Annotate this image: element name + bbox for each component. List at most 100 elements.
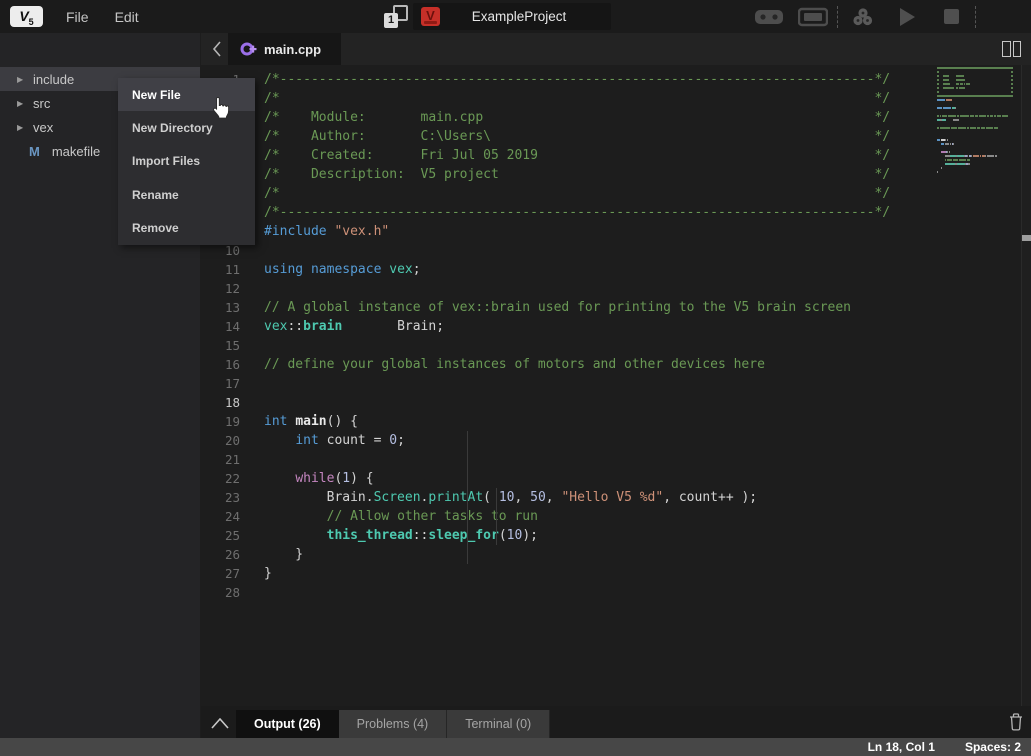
back-chevron-icon[interactable] (205, 33, 229, 65)
code-line[interactable]: 23 Brain.Screen.printAt( 10, 50, "Hello … (201, 488, 890, 507)
line-number: 19 (201, 412, 240, 431)
code-line[interactable]: 7/* */ (201, 184, 890, 203)
line-content: vex::brain Brain; (264, 317, 444, 336)
code-line[interactable]: 3/* Module: main.cpp */ (201, 108, 890, 127)
code-editor[interactable]: 1/*-------------------------------------… (201, 65, 1031, 706)
menu-file[interactable]: File (66, 9, 89, 25)
code-line[interactable]: 14vex::brain Brain; (201, 317, 890, 336)
controller-icon[interactable] (747, 0, 791, 33)
code-line[interactable]: 20 int count = 0; (201, 431, 890, 450)
menu-item-new-file[interactable]: New File (118, 78, 255, 111)
cursor-position: Ln 18, Col 1 (868, 740, 935, 754)
collapse-panel-icon[interactable] (209, 713, 231, 733)
slot-selector-button[interactable]: 1 (384, 5, 408, 28)
menu-edit[interactable]: Edit (115, 9, 139, 25)
minimap-seg (959, 87, 966, 89)
minimap-seg (1002, 115, 1008, 117)
panel-tab-output[interactable]: Output (26) (236, 710, 339, 738)
code-line[interactable]: 5/* Created: Fri Jul 05 2019 */ (201, 146, 890, 165)
minimap-seg (937, 99, 945, 101)
code-line[interactable]: 22 while(1) { (201, 469, 890, 488)
brain-screen-icon[interactable] (791, 0, 835, 33)
minimap-seg (994, 127, 998, 129)
chevron-right-icon: ▶ (17, 123, 27, 132)
code-line[interactable]: 18 (201, 393, 890, 412)
minimap-seg (937, 171, 938, 173)
line-number: 20 (201, 431, 240, 450)
menu-item-import-files[interactable]: Import Files (118, 145, 255, 178)
minimap-seg (937, 159, 945, 161)
code-line[interactable]: 17 (201, 374, 890, 393)
line-content: /* */ (264, 184, 890, 203)
line-content: } (264, 564, 272, 583)
minimap-seg (947, 139, 948, 141)
code-line[interactable]: 13// A global instance of vex::brain use… (201, 298, 890, 317)
line-number: 23 (201, 488, 240, 507)
minimap-seg (967, 159, 970, 161)
tree-item-label: makefile (52, 144, 100, 159)
split-editor-icon[interactable] (1002, 41, 1021, 57)
download-icon[interactable] (841, 0, 885, 33)
trash-icon[interactable] (1008, 712, 1024, 736)
play-icon[interactable] (885, 0, 929, 33)
menu-item-new-directory[interactable]: New Directory (118, 111, 255, 144)
code-line[interactable]: 16// define your global instances of mot… (201, 355, 890, 374)
minimap-seg (943, 83, 951, 85)
project-name-box[interactable]: V ExampleProject (413, 3, 611, 30)
code-line[interactable]: 12 (201, 279, 890, 298)
minimap-seg (995, 155, 997, 157)
line-number: 18 (201, 393, 240, 412)
minimap-seg (949, 79, 956, 81)
code-line[interactable]: 28 (201, 583, 890, 602)
code-line[interactable]: 10 (201, 241, 890, 260)
minimap-seg (953, 143, 954, 145)
minimap-seg (939, 71, 1011, 73)
code-line[interactable]: 21 (201, 450, 890, 469)
line-content: #include "vex.h" (264, 222, 389, 241)
stop-icon[interactable] (929, 0, 973, 33)
code-line[interactable]: 1/*-------------------------------------… (201, 70, 890, 89)
code-line[interactable]: 6/* Description: V5 project */ (201, 165, 890, 184)
code-line[interactable]: 15 (201, 336, 890, 355)
code-line[interactable]: 11using namespace vex; (201, 260, 890, 279)
menu-item-rename[interactable]: Rename (118, 178, 255, 211)
minimap-seg (946, 119, 953, 121)
code-line[interactable]: 2/* */ (201, 89, 890, 108)
minimap-seg (958, 127, 967, 129)
code-line[interactable]: 8/*-------------------------------------… (201, 203, 890, 222)
panel-tab-problems[interactable]: Problems (4) (339, 710, 448, 738)
minimap-seg (979, 115, 987, 117)
code-line[interactable]: 27} (201, 564, 890, 583)
line-number: 17 (201, 374, 240, 393)
minimap-seg (986, 127, 993, 129)
minimap[interactable] (937, 66, 1019, 178)
code-line[interactable]: 25 this_thread::sleep_for(10); (201, 526, 890, 545)
menu-items: File Edit (66, 0, 139, 33)
editor-tab-main-cpp[interactable]: main.cpp (228, 33, 341, 65)
line-number: 25 (201, 526, 240, 545)
minimap-seg (945, 163, 955, 165)
panel-tab-terminal[interactable]: Terminal (0) (447, 710, 550, 738)
code-line[interactable]: 24 // Allow other tasks to run (201, 507, 890, 526)
minimap-seg (965, 87, 1011, 89)
minimap-line (937, 174, 1019, 178)
minimap-seg (937, 95, 1013, 97)
tab-label: main.cpp (264, 42, 321, 57)
menu-item-remove[interactable]: Remove (118, 212, 255, 245)
minimap-seg (1011, 91, 1013, 93)
code-line[interactable]: 19 int main() { (201, 412, 890, 431)
line-content: int main() { (264, 412, 358, 431)
minimap-seg (937, 155, 945, 157)
line-number: 22 (201, 469, 240, 488)
line-content: int count = 0; (264, 431, 405, 450)
line-content: /* Created: Fri Jul 05 2019 */ (264, 146, 890, 165)
minimap-seg (965, 79, 1012, 81)
line-content: // define your global instances of motor… (264, 355, 765, 374)
indent-guide (467, 431, 468, 564)
code-line[interactable]: 4/* Author: C:\Users\ */ (201, 127, 890, 146)
code-line[interactable]: 26 } (201, 545, 890, 564)
code-line[interactable]: 9#include "vex.h" (201, 222, 890, 241)
minimap-seg (946, 99, 953, 101)
toolbar-divider (837, 6, 839, 28)
scrollbar-track[interactable] (1021, 65, 1031, 706)
